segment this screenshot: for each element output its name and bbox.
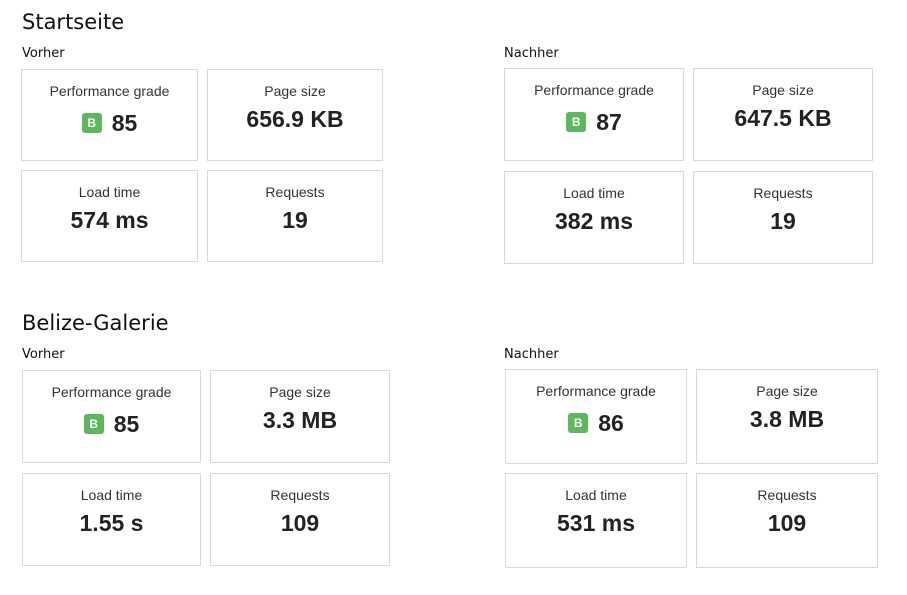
requests-title: Requests bbox=[265, 184, 325, 200]
performance-grade-card: Performance grade B 86 bbox=[505, 369, 687, 464]
grade-badge: B bbox=[566, 112, 587, 132]
performance-grade-card: Performance grade B 87 bbox=[504, 68, 684, 161]
load-time-card: Load time 574 ms bbox=[21, 170, 198, 262]
load-time-card: Load time 531 ms bbox=[505, 473, 687, 568]
performance-grade-title: Performance grade bbox=[536, 383, 656, 399]
load-time-value: 1.55 s bbox=[79, 510, 144, 536]
performance-grade-title: Performance grade bbox=[49, 83, 170, 99]
load-time-card: Load time 382 ms bbox=[504, 171, 684, 264]
load-time-title: Load time bbox=[563, 185, 625, 201]
load-time-value: 574 ms bbox=[70, 207, 149, 233]
grade-score: 85 bbox=[113, 410, 140, 437]
page-size-title: Page size bbox=[752, 82, 814, 98]
performance-grade-card: Performance grade B 85 bbox=[22, 370, 201, 463]
page-size-value: 647.5 KB bbox=[734, 105, 832, 131]
section-title-startseite: Startseite bbox=[22, 10, 125, 34]
requests-card: Requests 109 bbox=[696, 473, 878, 568]
load-time-title: Load time bbox=[80, 487, 143, 503]
requests-value: 109 bbox=[280, 510, 320, 536]
page-size-card: Page size 3.3 MB bbox=[210, 370, 390, 463]
requests-card: Requests 19 bbox=[693, 171, 873, 264]
before-label: Vorher bbox=[22, 46, 65, 61]
load-time-value: 382 ms bbox=[554, 208, 633, 234]
page-size-card: Page size 3.8 MB bbox=[696, 369, 878, 464]
page-size-title: Page size bbox=[269, 384, 331, 400]
performance-grade-title: Performance grade bbox=[51, 384, 172, 400]
load-time-title: Load time bbox=[78, 184, 141, 200]
requests-value: 109 bbox=[767, 510, 807, 536]
page-size-value: 656.9 KB bbox=[246, 106, 344, 132]
requests-value: 19 bbox=[770, 208, 796, 234]
load-time-card: Load time 1.55 s bbox=[22, 473, 201, 566]
page-size-value: 3.3 MB bbox=[262, 407, 338, 433]
page-size-title: Page size bbox=[756, 383, 818, 399]
grade-badge: B bbox=[568, 413, 589, 433]
after-label: Nachher bbox=[504, 347, 559, 362]
grade-score: 85 bbox=[111, 109, 138, 136]
grade-score: 87 bbox=[596, 108, 622, 135]
page-size-card: Page size 656.9 KB bbox=[207, 69, 383, 161]
requests-title: Requests bbox=[753, 185, 813, 201]
section-title-belize-galerie: Belize-Galerie bbox=[22, 311, 169, 335]
performance-grade-card: Performance grade B 85 bbox=[21, 69, 198, 161]
requests-title: Requests bbox=[757, 487, 817, 503]
requests-card: Requests 109 bbox=[210, 473, 390, 566]
requests-card: Requests 19 bbox=[207, 170, 383, 262]
after-label: Nachher bbox=[504, 46, 559, 61]
page-size-title: Page size bbox=[264, 83, 326, 99]
grade-score: 86 bbox=[598, 409, 624, 436]
before-label: Vorher bbox=[22, 347, 65, 362]
grade-badge: B bbox=[83, 414, 104, 434]
grade-badge: B bbox=[81, 113, 102, 133]
load-time-value: 531 ms bbox=[556, 510, 635, 536]
page-size-value: 3.8 MB bbox=[749, 406, 825, 432]
page-size-card: Page size 647.5 KB bbox=[693, 68, 873, 161]
requests-value: 19 bbox=[282, 207, 308, 233]
load-time-title: Load time bbox=[565, 487, 627, 503]
performance-grade-title: Performance grade bbox=[534, 82, 654, 98]
requests-title: Requests bbox=[270, 487, 330, 503]
